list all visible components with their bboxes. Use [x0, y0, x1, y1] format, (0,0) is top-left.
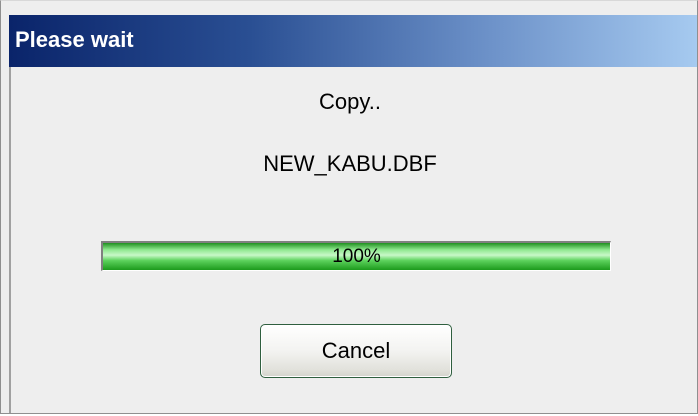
progress-label: 100%: [332, 246, 381, 267]
dialog-titlebar[interactable]: Please wait: [9, 15, 697, 67]
dialog-title: Please wait: [15, 27, 134, 52]
dialog-frame-edge: [9, 67, 11, 413]
please-wait-dialog: Please wait Copy.. NEW_KABU.DBF 100% Can…: [0, 0, 698, 414]
file-name: NEW_KABU.DBF: [263, 151, 437, 176]
progress-bar: 100%: [101, 241, 611, 271]
cancel-button[interactable]: Cancel: [260, 324, 452, 378]
status-message: Copy..: [319, 89, 381, 114]
